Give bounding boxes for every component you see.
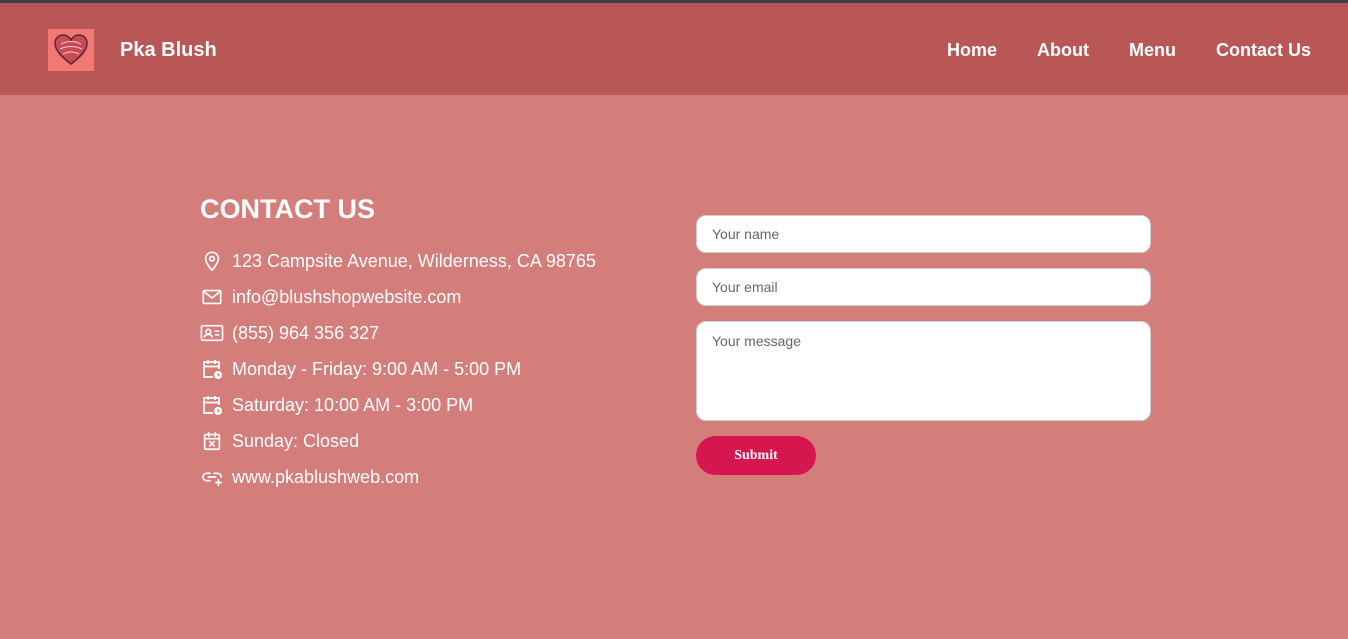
- link-icon: [200, 465, 224, 489]
- phone-item: (855) 964 356 327: [200, 315, 596, 351]
- name-input[interactable]: [696, 215, 1151, 253]
- brand-name[interactable]: Pka Blush: [120, 39, 217, 61]
- navbar: Pka Blush Home About Menu Contact Us: [0, 3, 1348, 95]
- weekday-hours-item: Monday - Friday: 9:00 AM - 5:00 PM: [200, 351, 596, 387]
- address-text: 123 Campsite Avenue, Wilderness, CA 9876…: [232, 250, 596, 271]
- website-text[interactable]: www.pkablushweb.com: [232, 467, 419, 488]
- heart-logo-icon[interactable]: [48, 29, 94, 71]
- message-input[interactable]: [696, 321, 1151, 421]
- calendar-clock-icon: [200, 393, 224, 417]
- nav-home[interactable]: Home: [947, 39, 997, 61]
- submit-button[interactable]: Submit: [696, 436, 816, 475]
- email-text[interactable]: info@blushshopwebsite.com: [232, 287, 461, 308]
- nav-contact-us[interactable]: Contact Us: [1216, 39, 1311, 61]
- phone-text[interactable]: (855) 964 356 327: [232, 323, 379, 344]
- nav-menu[interactable]: Menu: [1129, 39, 1176, 61]
- contact-title: CONTACT US: [200, 194, 375, 224]
- weekday-hours-text: Monday - Friday: 9:00 AM - 5:00 PM: [232, 358, 522, 379]
- saturday-hours-text: Saturday: 10:00 AM - 3:00 PM: [232, 394, 474, 415]
- contact-info-list: 123 Campsite Avenue, Wilderness, CA 9876…: [200, 243, 596, 495]
- nav-about[interactable]: About: [1037, 39, 1089, 61]
- mail-icon: [200, 285, 224, 309]
- calendar-x-icon: [200, 429, 224, 453]
- email-item: info@blushshopwebsite.com: [200, 279, 596, 315]
- sunday-hours-item: Sunday: Closed: [200, 423, 596, 459]
- sunday-hours-text: Sunday: Closed: [232, 430, 360, 451]
- saturday-hours-item: Saturday: 10:00 AM - 3:00 PM: [200, 387, 596, 423]
- contact-card-icon: [200, 321, 224, 345]
- map-pin-icon: [200, 249, 224, 273]
- main-nav: Home About Menu Contact Us: [907, 39, 1311, 61]
- email-input[interactable]: [696, 268, 1151, 306]
- contact-form: Submit: [696, 215, 1151, 475]
- calendar-clock-icon: [200, 357, 224, 381]
- address-item: 123 Campsite Avenue, Wilderness, CA 9876…: [200, 243, 596, 279]
- website-item: www.pkablushweb.com: [200, 459, 596, 495]
